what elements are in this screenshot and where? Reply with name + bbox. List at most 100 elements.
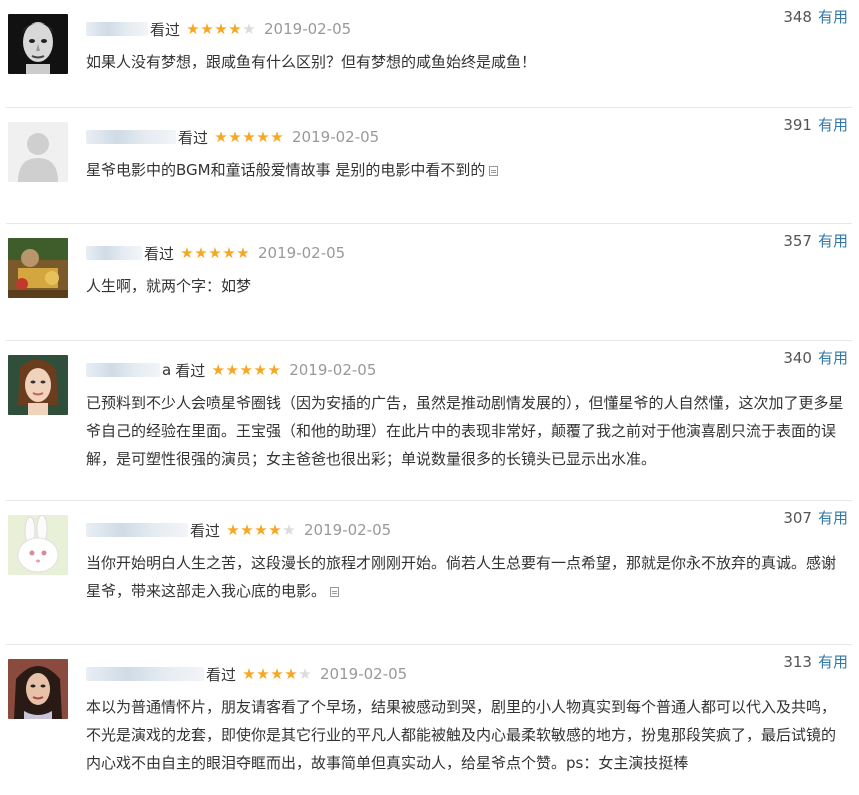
watched-label: 看过 [190, 521, 221, 540]
star-icon: ★ [194, 243, 208, 262]
vote-count: 340 [783, 348, 812, 367]
star-icon: ★ [222, 243, 236, 262]
star-icon: ★ [225, 360, 239, 379]
username-suffix[interactable]: a [162, 361, 171, 379]
rating-stars: ★ ★ ★ ★ ★ [214, 127, 284, 146]
useful-link[interactable]: 有用 [818, 6, 848, 27]
dark-hair-woman-avatar-image [8, 659, 68, 719]
star-icon: ★ [242, 19, 256, 38]
vote-count: 313 [783, 652, 812, 671]
watched-label: 看过 [144, 244, 175, 263]
avatar[interactable] [8, 515, 68, 575]
comment-text: 本以为普通情怀片，朋友请客看了个早场，结果被感动到哭，剧里的小人物真实到每个普通… [86, 698, 837, 772]
username[interactable] [86, 523, 188, 537]
comment-item: 看过 ★ ★ ★ ★ ★ 2019-02-05 313 有用 本以为普通情怀片，… [6, 645, 852, 795]
vote-count: 348 [783, 7, 812, 26]
rating-stars: ★ ★ ★ ★ ★ [186, 19, 256, 38]
rating-stars: ★ ★ ★ ★ ★ [211, 360, 281, 379]
food-photo-avatar-image [8, 238, 68, 298]
comment-header: a 看过 ★ ★ ★ ★ ★ 2019-02-05 [86, 355, 852, 385]
comment-item: 看过 ★ ★ ★ ★ ★ 2019-02-05 307 有用 当你开始明白人生之… [6, 501, 852, 645]
comment-date: 2019-02-05 [258, 244, 346, 262]
watched-label: 看过 [175, 361, 206, 380]
comment-text: 人生啊，就两个字：如梦 [86, 277, 252, 295]
watched-label: 看过 [178, 128, 209, 147]
default-gray-avatar-image [8, 122, 68, 182]
vote-area: 391 有用 [783, 114, 848, 135]
avatar[interactable] [8, 14, 68, 74]
expand-icon[interactable] [330, 587, 340, 597]
star-icon: ★ [267, 360, 281, 379]
star-icon: ★ [270, 664, 284, 683]
avatar[interactable] [8, 238, 68, 298]
username[interactable] [86, 667, 204, 681]
comment-item: 看过 ★ ★ ★ ★ ★ 2019-02-05 357 有用 人生啊，就两个字：… [6, 224, 852, 341]
comment-header: 看过 ★ ★ ★ ★ ★ 2019-02-05 [86, 659, 852, 689]
star-icon: ★ [253, 360, 267, 379]
useful-link[interactable]: 有用 [818, 230, 848, 251]
bw-man-avatar-image [8, 14, 68, 74]
comment-list: 看过 ★ ★ ★ ★ ★ 2019-02-05 348 有用 如果人没有梦想，跟… [0, 0, 859, 795]
username[interactable] [86, 363, 160, 377]
comment-text: 当你开始明白人生之苦，这段漫长的旅程才刚刚开始。倘若人生总要有一点希望，那就是你… [86, 554, 837, 600]
comment-header: 看过 ★ ★ ★ ★ ★ 2019-02-05 [86, 14, 852, 44]
star-icon: ★ [242, 664, 256, 683]
comment-date: 2019-02-05 [292, 128, 380, 146]
vote-count: 307 [783, 508, 812, 527]
username[interactable] [86, 130, 176, 144]
star-icon: ★ [228, 127, 242, 146]
avatar[interactable] [8, 355, 68, 415]
comment-text: 已预料到不少人会喷星爷圈钱（因为安插的广告，虽然是推动剧情发展的），但懂星爷的人… [86, 394, 844, 468]
vote-area: 357 有用 [783, 230, 848, 251]
star-icon: ★ [268, 520, 282, 539]
star-icon: ★ [214, 19, 228, 38]
username[interactable] [86, 246, 142, 260]
star-icon: ★ [180, 243, 194, 262]
comment-header: 看过 ★ ★ ★ ★ ★ 2019-02-05 [86, 122, 852, 152]
star-icon: ★ [242, 127, 256, 146]
comment-item: 看过 ★ ★ ★ ★ ★ 2019-02-05 391 有用 星爷电影中的BGM… [6, 108, 852, 224]
comment-date: 2019-02-05 [320, 665, 408, 683]
vote-area: 313 有用 [783, 651, 848, 672]
star-icon: ★ [256, 127, 270, 146]
watched-label: 看过 [206, 665, 237, 684]
avatar[interactable] [8, 122, 68, 182]
star-icon: ★ [298, 664, 312, 683]
username[interactable] [86, 22, 148, 36]
useful-link[interactable]: 有用 [818, 347, 848, 368]
vote-area: 340 有用 [783, 347, 848, 368]
comment-text: 星爷电影中的BGM和童话般爱情故事 是别的电影中看不到的 [86, 152, 846, 202]
vote-count: 357 [783, 231, 812, 250]
comment-header: 看过 ★ ★ ★ ★ ★ 2019-02-05 [86, 238, 852, 268]
avatar[interactable] [8, 659, 68, 719]
comment-header: 看过 ★ ★ ★ ★ ★ 2019-02-05 [86, 515, 852, 545]
rating-stars: ★ ★ ★ ★ ★ [180, 243, 250, 262]
expand-icon[interactable] [489, 166, 499, 176]
comment-date: 2019-02-05 [264, 20, 352, 38]
star-icon: ★ [208, 243, 222, 262]
comment-date: 2019-02-05 [289, 361, 377, 379]
star-icon: ★ [240, 520, 254, 539]
vote-area: 348 有用 [783, 6, 848, 27]
star-icon: ★ [282, 520, 296, 539]
comment-item: a 看过 ★ ★ ★ ★ ★ 2019-02-05 340 有用 已预料到不少人… [6, 341, 852, 501]
woman-portrait-avatar-image [8, 355, 68, 415]
rating-stars: ★ ★ ★ ★ ★ [242, 664, 312, 683]
star-icon: ★ [254, 520, 268, 539]
rating-stars: ★ ★ ★ ★ ★ [226, 520, 296, 539]
star-icon: ★ [214, 127, 228, 146]
star-icon: ★ [270, 127, 284, 146]
useful-link[interactable]: 有用 [818, 114, 848, 135]
vote-area: 307 有用 [783, 507, 848, 528]
comment-text: 如果人没有梦想，跟咸鱼有什么区别？但有梦想的咸鱼始终是咸鱼！ [86, 53, 537, 71]
star-icon: ★ [236, 243, 250, 262]
star-icon: ★ [256, 664, 270, 683]
vote-count: 391 [783, 115, 812, 134]
star-icon: ★ [186, 19, 200, 38]
useful-link[interactable]: 有用 [818, 651, 848, 672]
watched-label: 看过 [150, 20, 181, 39]
star-icon: ★ [239, 360, 253, 379]
star-icon: ★ [200, 19, 214, 38]
useful-link[interactable]: 有用 [818, 507, 848, 528]
comment-date: 2019-02-05 [304, 521, 392, 539]
